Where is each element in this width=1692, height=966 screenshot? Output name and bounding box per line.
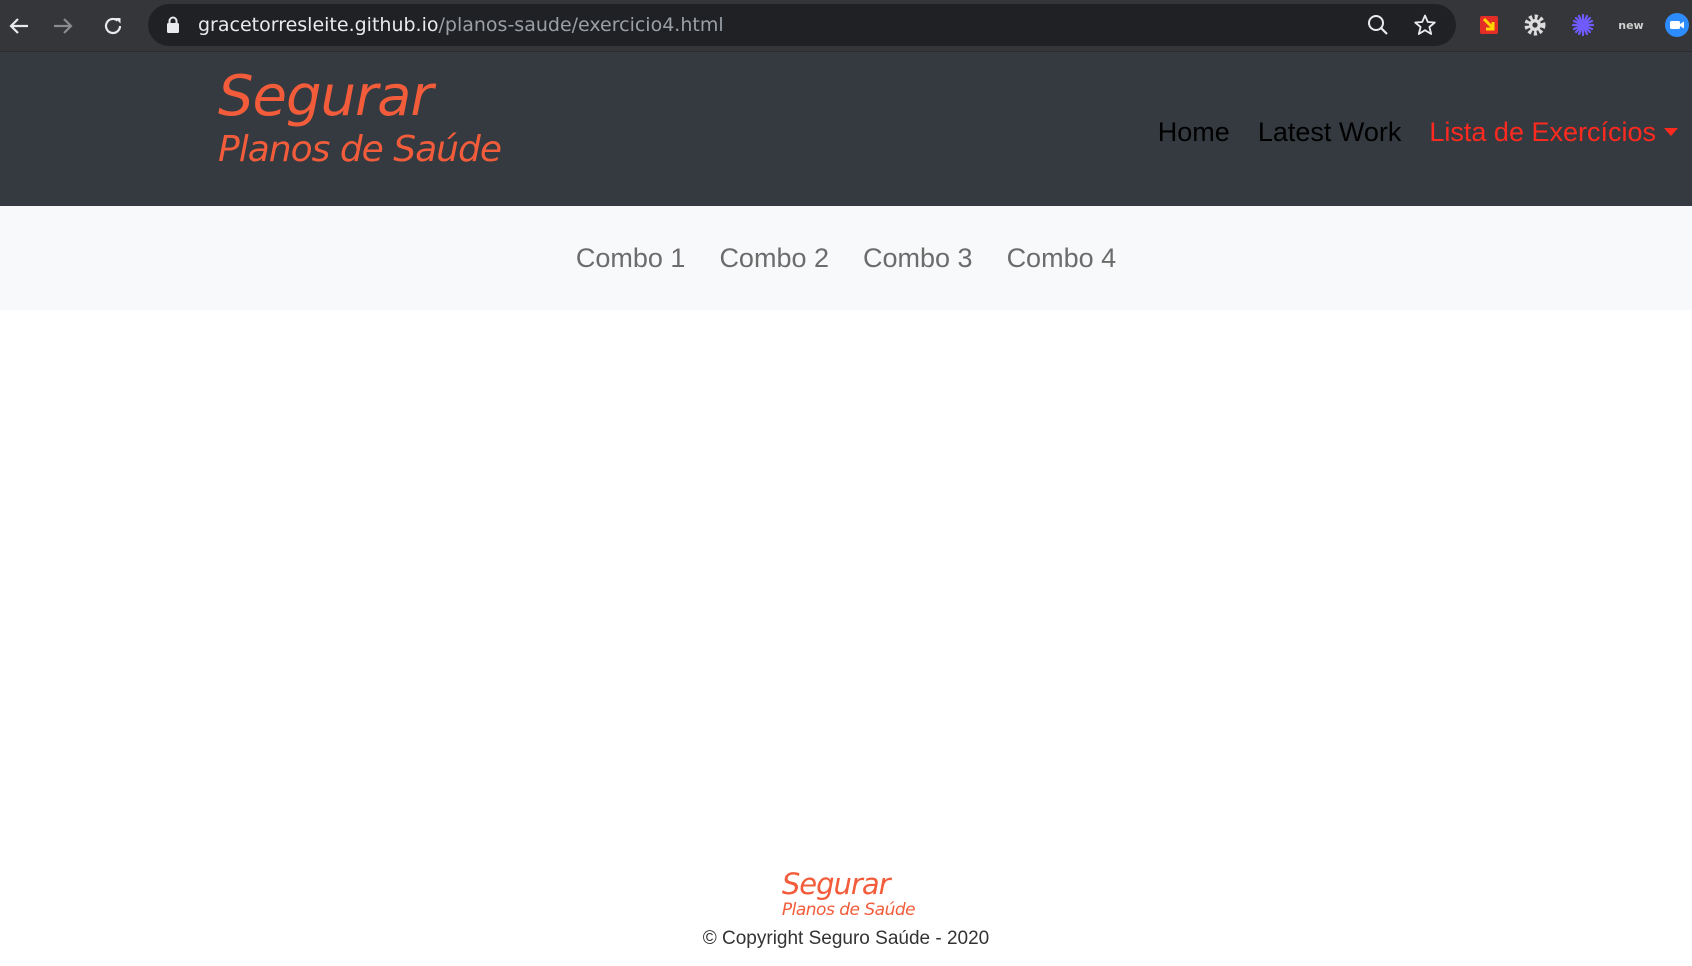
extension-icon[interactable]: [1476, 12, 1502, 38]
browser-toolbar: gracetorresleite.github.io/planos-saude/…: [0, 0, 1692, 52]
combo-1-link[interactable]: Combo 1: [559, 243, 703, 274]
zoom-icon[interactable]: [1366, 13, 1390, 37]
new-extension-label: new: [1618, 18, 1644, 32]
brand-title: Segurar: [218, 64, 433, 129]
back-button[interactable]: [2, 9, 36, 43]
footer-logo: Segurar Planos de Saúde: [781, 867, 916, 920]
nav-exercises-dropdown[interactable]: Lista de Exercícios: [1415, 117, 1692, 148]
forward-button[interactable]: [46, 9, 80, 43]
reload-button[interactable]: [96, 9, 130, 43]
url-path: /planos-saude/exercicio4.html: [438, 14, 724, 36]
bookmark-star-icon[interactable]: [1413, 13, 1437, 37]
caret-down-icon: [1664, 128, 1678, 136]
main-nav: Home Latest Work Lista de Exercícios: [1144, 112, 1692, 152]
combo-subnav: Combo 1 Combo 2 Combo 3 Combo 4: [0, 206, 1692, 310]
lock-icon: [166, 16, 180, 39]
settings-gear-icon[interactable]: [1522, 12, 1548, 38]
copyright-text: © Copyright Seguro Saúde - 2020: [702, 928, 990, 949]
url-text[interactable]: gracetorresleite.github.io/planos-saude/…: [198, 4, 724, 46]
combo-2-link[interactable]: Combo 2: [702, 243, 846, 274]
footer-brand-title: Segurar: [781, 867, 891, 901]
reload-icon: [104, 17, 122, 35]
nav-home-link[interactable]: Home: [1144, 117, 1244, 148]
footer-brand-subtitle: Planos de Saúde: [781, 900, 916, 920]
brand-logo[interactable]: Segurar Planos de Saúde: [218, 64, 502, 172]
back-arrow-icon: [9, 18, 28, 34]
sparkle-extension-icon[interactable]: [1570, 12, 1596, 38]
site-header: Segurar Planos de Saúde Home Latest Work…: [0, 52, 1692, 206]
zoom-video-icon[interactable]: [1664, 12, 1690, 38]
url-host: gracetorresleite.github.io: [198, 14, 439, 36]
combo-3-link[interactable]: Combo 3: [846, 243, 990, 274]
address-bar[interactable]: gracetorresleite.github.io/planos-saude/…: [148, 4, 1456, 46]
new-extension-icon[interactable]: new: [1618, 12, 1644, 38]
combo-4-link[interactable]: Combo 4: [990, 243, 1134, 274]
site-footer: Segurar Planos de Saúde © Copyright Segu…: [0, 868, 1692, 950]
nav-latest-work-link[interactable]: Latest Work: [1244, 117, 1416, 148]
forward-arrow-icon: [54, 18, 73, 34]
nav-exercises-label: Lista de Exercícios: [1429, 116, 1656, 147]
brand-subtitle: Planos de Saúde: [218, 129, 502, 170]
